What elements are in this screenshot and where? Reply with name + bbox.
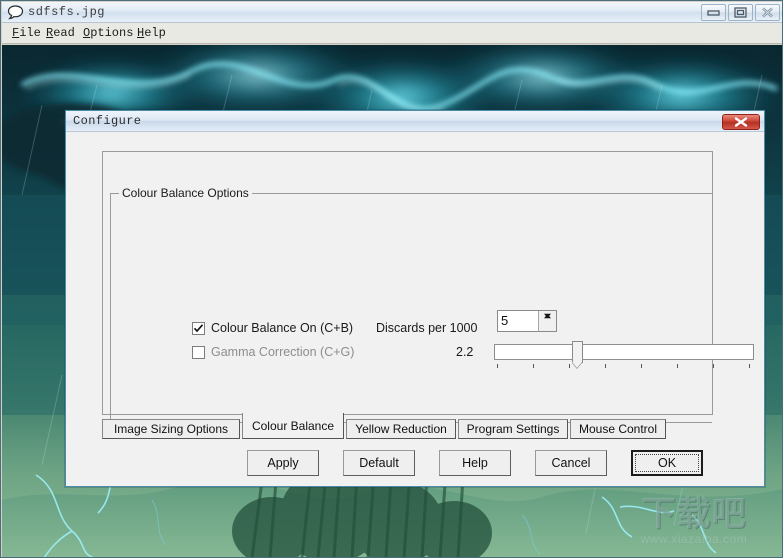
window-title: sdfsfs.jpg — [28, 5, 105, 19]
slider-tick — [713, 364, 714, 368]
checkbox-box-unchecked[interactable] — [192, 346, 205, 359]
slider-thumb[interactable] — [572, 341, 583, 363]
spinner-buttons — [538, 311, 556, 331]
spinner-value: 5 — [501, 313, 508, 328]
tab-strip: Image Sizing Options Colour Balance Yell… — [102, 413, 722, 439]
slider-tick — [533, 364, 534, 368]
gamma-slider[interactable] — [494, 344, 754, 370]
tab-image-sizing-options[interactable]: Image Sizing Options — [102, 419, 240, 439]
group-frame — [110, 193, 712, 423]
slider-tick — [749, 364, 750, 368]
menu-item-read[interactable]: Read — [46, 26, 75, 40]
menu-item-help[interactable]: Help — [137, 26, 166, 40]
slider-tick — [641, 364, 642, 368]
slider-track[interactable] — [494, 344, 754, 360]
menu-bar: File Read Options Help — [2, 23, 783, 44]
checkbox-label-colour-balance: Colour Balance On (C+B) — [211, 321, 353, 335]
close-button[interactable] — [755, 4, 780, 21]
colour-balance-options-group: Colour Balance Options — [110, 186, 712, 252]
checkbox-box-checked[interactable] — [192, 322, 205, 335]
gamma-value-label: 2.2 — [456, 345, 473, 359]
apply-button[interactable]: Apply — [247, 450, 319, 476]
checkbox-label-gamma-correction: Gamma Correction (C+G) — [211, 345, 354, 359]
slider-tick — [677, 364, 678, 368]
ok-button[interactable]: OK — [631, 450, 703, 476]
group-title: Colour Balance Options — [119, 186, 252, 200]
tab-yellow-reduction[interactable]: Yellow Reduction — [346, 419, 456, 439]
maximize-button[interactable] — [728, 4, 753, 21]
dialog-body: Colour Balance Options Colour Balance On… — [66, 132, 764, 486]
dialog-title: Configure — [73, 114, 141, 128]
slider-tick — [605, 364, 606, 368]
help-button[interactable]: Help — [439, 450, 511, 476]
slider-tick — [569, 364, 570, 368]
application-window: sdfsfs.jpg File Read — [0, 0, 783, 558]
window-title-bar[interactable]: sdfsfs.jpg — [2, 2, 783, 23]
menu-item-file[interactable]: File — [12, 26, 41, 40]
cancel-button[interactable]: Cancel — [535, 450, 607, 476]
tab-colour-balance[interactable]: Colour Balance — [242, 413, 344, 439]
default-button[interactable]: Default — [343, 450, 415, 476]
tab-mouse-control[interactable]: Mouse Control — [570, 419, 666, 439]
focus-ring — [635, 454, 699, 472]
dialog-button-row: Apply Default Help Cancel OK — [66, 450, 764, 478]
speech-bubble-icon — [7, 4, 24, 21]
minimize-button[interactable] — [701, 4, 726, 21]
screenshot-root: sdfsfs.jpg File Read — [0, 0, 783, 558]
discards-per-1000-label: Discards per 1000 — [376, 321, 477, 335]
slider-tick — [497, 364, 498, 368]
checkbox-colour-balance-on[interactable]: Colour Balance On (C+B) — [192, 321, 402, 339]
dialog-title-bar[interactable]: Configure — [66, 111, 764, 132]
menu-item-options[interactable]: Options — [83, 26, 133, 40]
dialog-close-button[interactable] — [722, 114, 760, 130]
discards-spinner[interactable]: 5 — [497, 310, 557, 332]
checkbox-gamma-correction[interactable]: Gamma Correction (C+G) — [192, 345, 402, 363]
tab-program-settings[interactable]: Program Settings — [458, 419, 568, 439]
configure-dialog: Configure Colour Balance Options — [65, 110, 765, 487]
